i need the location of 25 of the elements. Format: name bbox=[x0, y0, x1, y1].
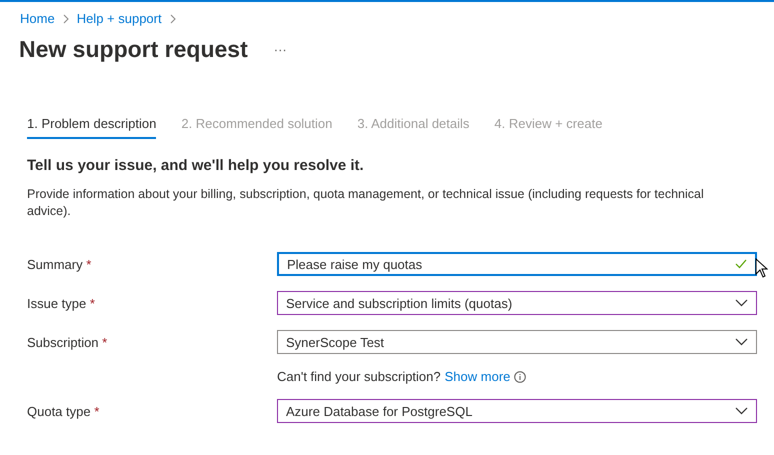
more-button[interactable]: ··· bbox=[270, 42, 291, 57]
field-label: Quota type * bbox=[27, 404, 100, 418]
dropdown[interactable]: SynerScope Test bbox=[277, 330, 757, 354]
mouse-pointer-icon bbox=[755, 258, 768, 278]
breadcrumb-link[interactable]: Home bbox=[20, 11, 55, 26]
chevron-down-icon bbox=[735, 407, 748, 415]
chevron-right-icon bbox=[170, 14, 176, 24]
dropdown[interactable]: Azure Database for PostgreSQL bbox=[277, 399, 757, 423]
page-title: New support request bbox=[19, 36, 248, 63]
field-label: Summary * bbox=[27, 256, 92, 272]
section-heading: Tell us your issue, and we'll help you resolve it. bbox=[27, 157, 365, 174]
breadcrumb-link[interactable]: Help + support bbox=[76, 11, 162, 26]
chevron-right-icon bbox=[62, 14, 69, 24]
info-icon bbox=[514, 370, 526, 382]
chevron-down-icon bbox=[735, 299, 748, 307]
dropdown[interactable]: Service and subscription limits (quotas) bbox=[277, 291, 757, 315]
tab[interactable]: 1. Problem description bbox=[27, 113, 156, 139]
checkmark-icon bbox=[735, 259, 747, 269]
description-text: Provide information about your billing, subscription, quota management, or technical issue (including requests for technical advice). bbox=[27, 186, 705, 220]
field-label: Subscription * bbox=[27, 334, 108, 350]
summary-input-field[interactable]: Please raise my quotas bbox=[277, 252, 757, 276]
show-more-link[interactable]: Show more bbox=[444, 369, 510, 384]
field-label: Issue type * bbox=[27, 296, 96, 310]
chevron-down-icon bbox=[735, 338, 748, 346]
hint-text: Can't find your subscription? bbox=[277, 369, 441, 384]
